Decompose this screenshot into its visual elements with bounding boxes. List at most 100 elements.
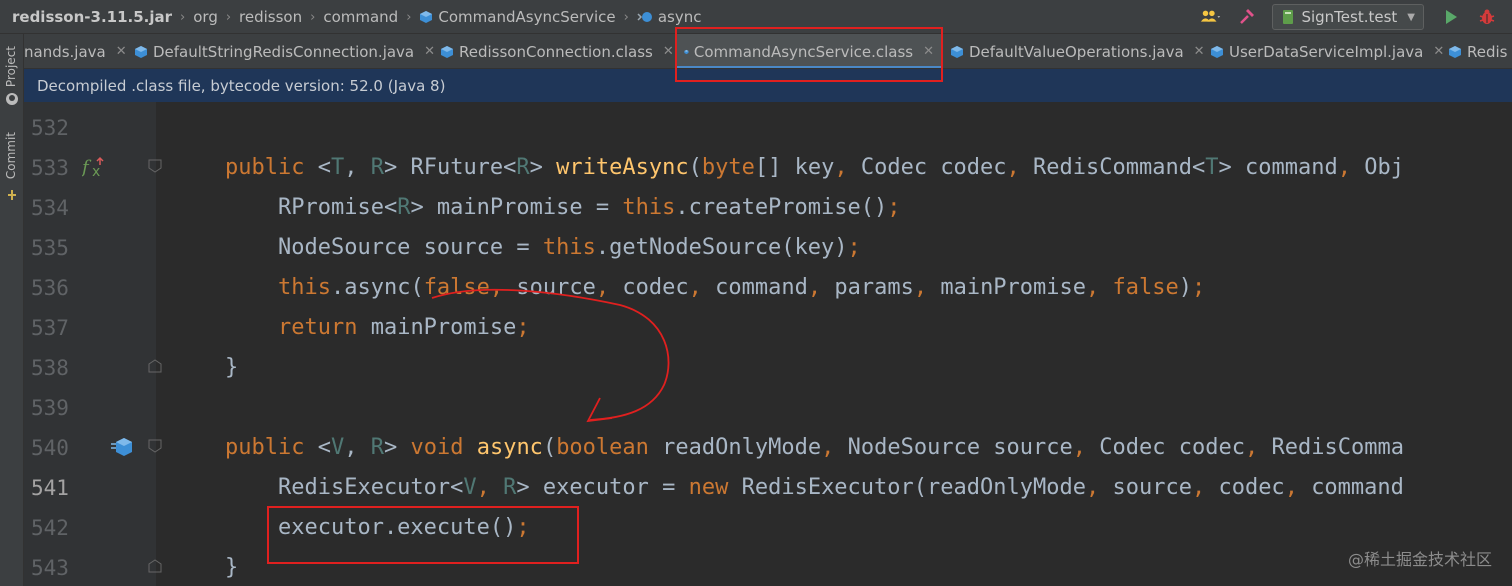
code-token: , [595,275,623,300]
code-line: RedisExecutor<V, R> executor = new Redis… [225,468,1404,508]
code-token: ; [847,235,861,260]
code-token: } [225,555,239,580]
code-token: ; [516,315,530,340]
commit-icon [8,190,16,200]
code-token: this [225,275,331,300]
code-token: RedisComma [1271,435,1404,460]
code-token: } [225,355,239,380]
tab-default-value-operations[interactable]: DefaultValueOperations.java ✕ [950,34,1205,68]
breadcrumb: redisson-3.11.5.jar › org › redisson › c… [12,0,702,34]
java-class-icon [1449,45,1461,58]
code-token: , [1006,155,1034,180]
line-number: 541 [31,476,69,500]
fold-marker-icon[interactable] [147,158,163,174]
tab-redisson-connection[interactable]: RedissonConnection.class ✕ [440,34,674,68]
code-token: > RFuture< [383,155,517,180]
java-class-icon [135,45,147,58]
java-class-icon [1211,45,1223,58]
code-token: [] key [754,155,835,180]
run-configuration-label: SignTest.test [1301,8,1398,26]
line-number: 536 [31,276,69,300]
line-number: 538 [31,356,69,380]
fold-marker-icon[interactable] [147,558,163,574]
code-token: command [715,275,808,300]
breadcrumb-jar[interactable]: redisson-3.11.5.jar [12,8,172,26]
code-token: ( [688,155,702,180]
code-line: public <V, R> void async(boolean readOnl… [225,428,1404,468]
debug-bug-icon[interactable] [1476,6,1498,28]
code-token: RPromise< [225,195,398,220]
code-token: mainPromise [370,315,517,340]
users-icon[interactable] [1200,6,1222,28]
tab-user-data-service-impl[interactable]: UserDataServiceImpl.java ✕ [1210,34,1444,68]
code-token: Codec codec [1099,435,1245,460]
code-token: codec [622,275,689,300]
code-token: V [330,435,345,460]
code-line: public <T, R> RFuture<R> writeAsync(byte… [225,148,1404,188]
build-hammer-icon[interactable] [1236,6,1258,28]
code-token: this [622,195,676,220]
code-token: T [330,155,345,180]
breadcrumb-method[interactable]: async [658,8,702,26]
code-line: this.async(false, source, codec, command… [225,268,1205,308]
code-line: } [225,548,238,586]
fold-marker-icon[interactable] [147,358,163,374]
code-token: > [383,435,411,460]
code-token: , [834,155,861,180]
code-token: params [834,275,914,300]
run-configuration-select[interactable]: SignTest.test ▼ [1272,4,1424,30]
line-number: 539 [31,396,69,420]
code-token: ; [887,195,901,220]
code-token: , [807,275,835,300]
code-token: > executor = [516,475,689,500]
line-number: 535 [31,236,69,260]
code-token: > command [1218,155,1338,180]
breadcrumb-org[interactable]: org [193,8,218,26]
code-token: boolean [556,435,663,460]
close-icon[interactable]: ✕ [663,44,674,59]
code-token: ; [1192,275,1206,300]
code-token: V [463,475,477,500]
tab-redis[interactable]: Redis [1448,34,1507,68]
github-icon [6,93,18,105]
breadcrumb-redisson[interactable]: redisson [239,8,302,26]
code-line: return mainPromise; [225,308,530,348]
code-token: RedisExecutor< [225,475,464,500]
java-class-icon [951,45,963,58]
code-token: NodeSource source [847,435,1073,460]
project-tool-window-button[interactable]: Project [4,46,18,87]
run-icon[interactable] [1440,6,1462,28]
line-number: 534 [31,196,69,220]
code-line: NodeSource source = this.getNodeSource(k… [225,228,861,268]
close-icon[interactable]: ✕ [1433,44,1444,59]
code-token: RedisCommand< [1033,155,1206,180]
tab-default-string-redis-connection[interactable]: DefaultStringRedisConnection.java ✕ [134,34,435,68]
tab-label: nands.java [24,42,106,61]
breadcrumb-class[interactable]: CommandAsyncService [438,8,615,26]
code-token: mainPromise [940,275,1087,300]
code-token: , [1085,475,1113,500]
chevron-right-icon: › [406,9,412,25]
close-icon[interactable]: ✕ [1194,44,1205,59]
code-token: , [476,475,504,500]
code-token: , [688,275,716,300]
chevron-down-icon: ▼ [1407,11,1415,23]
code-token: Obj [1364,155,1404,180]
code-token: ( [542,435,557,460]
implementing-method-icon[interactable]: f x [82,155,108,179]
code-token: R [370,155,384,180]
svg-text:f: f [82,157,92,178]
tab-nands-java[interactable]: nands.java ✕ [24,34,127,68]
close-icon[interactable]: ✕ [424,44,435,59]
code-token: R [516,155,530,180]
breakpoint-method-icon[interactable] [110,435,136,459]
close-icon[interactable]: ✕ [116,44,127,59]
code-token: R [503,475,517,500]
line-number: 537 [31,316,69,340]
code-token: , [1284,475,1312,500]
code-token: Codec codec [860,155,1007,180]
breadcrumb-command[interactable]: command [323,8,398,26]
chevron-right-icon: › [310,9,316,25]
commit-tool-window-button[interactable]: Commit [4,132,18,179]
fold-marker-icon[interactable] [147,438,163,454]
